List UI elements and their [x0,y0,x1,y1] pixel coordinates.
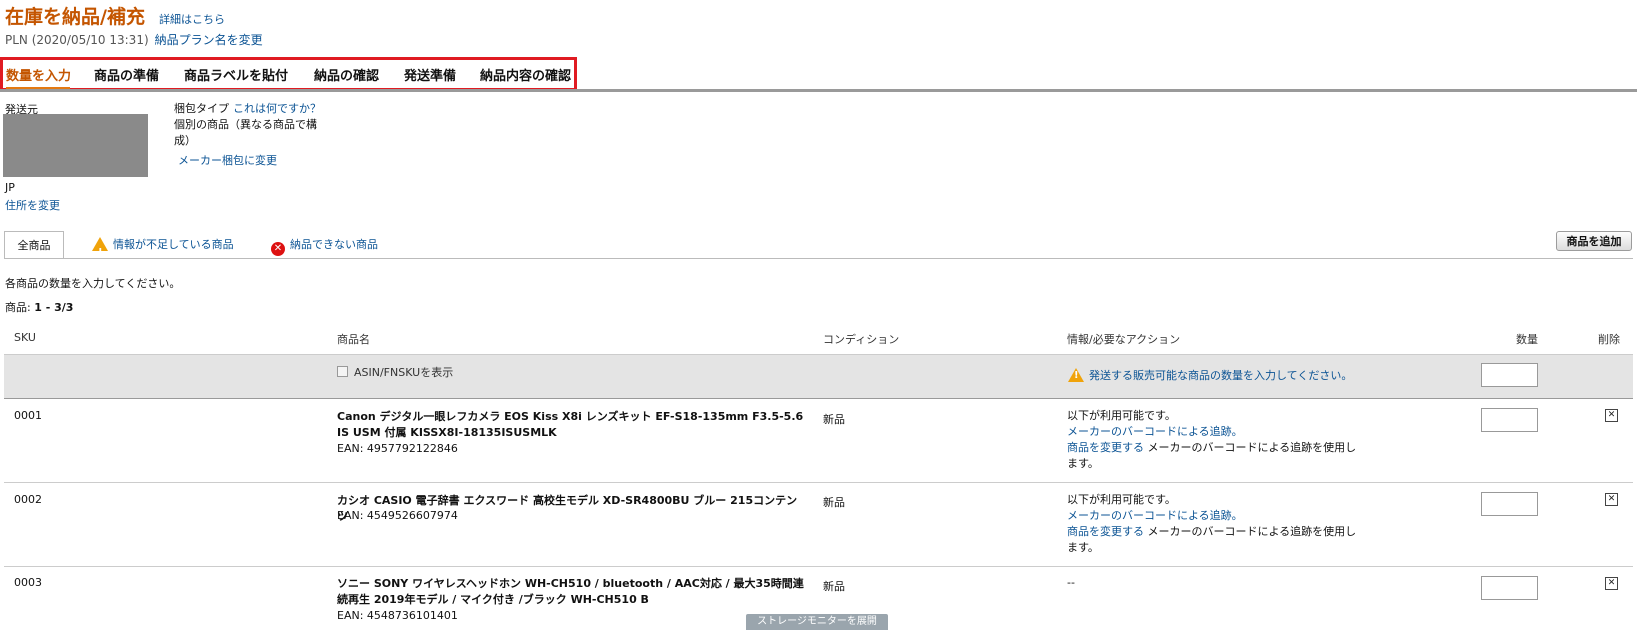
col-header-delete: 削除 [1598,333,1620,346]
steps-divider [0,89,1637,92]
product-info: 以下が利用可能です。 メーカーのバーコードによる追跡。 商品を変更する メーカー… [1067,408,1367,472]
info-available-text: 以下が利用可能です。 [1067,493,1176,506]
error-icon: ✕ [271,242,285,256]
rename-plan-link[interactable]: 納品プラン名を変更 [155,33,263,47]
step-enter-quantity[interactable]: 数量を入力 [6,65,71,84]
product-ean: EAN: 4548736101401 [337,609,458,622]
tab-missing-info[interactable]: ! 情報が不足している商品 [92,231,234,259]
product-condition: 新品 [823,496,845,509]
instruction-text: 各商品の数量を入力してください。 [5,277,181,290]
tab-cannot-ship[interactable]: ✕ 納品できない商品 [271,231,378,259]
product-sku: 0002 [14,493,42,506]
tab-missing-info-label: 情報が不足している商品 [113,238,234,251]
warning-icon: ! [1068,368,1084,382]
product-ean: EAN: 4549526607974 [337,509,458,522]
packing-type-label: 梱包タイプ [174,102,229,115]
step-prepare-products[interactable]: 商品の準備 [94,65,159,84]
redacted-address [3,114,148,177]
info-dash: -- [1067,576,1075,589]
show-asin-label: ASIN/FNSKUを表示 [354,366,454,379]
change-product-link[interactable]: 商品を変更する [1067,525,1144,538]
storage-monitor-toggle[interactable]: ストレージモニターを展開 [746,614,888,630]
delete-icon[interactable]: ✕ [1605,493,1618,506]
col-header-sku: SKU [14,331,36,344]
add-product-button[interactable]: 商品を追加 [1556,231,1632,251]
step-label-products[interactable]: 商品ラベルを貼付 [184,65,288,84]
step-review-shipments[interactable]: 納品の確認 [314,65,379,84]
change-packing-link[interactable]: メーカー梱包に変更 [178,153,324,169]
product-ean: EAN: 4957792122846 [337,442,458,455]
product-title: ソニー SONY ワイヤレスヘッドホン WH-CH510 / bluetooth… [337,577,804,606]
barcode-tracking-link[interactable]: メーカーのバーコードによる追跡。 [1067,508,1367,524]
quantity-input[interactable] [1481,408,1538,432]
tabs-divider [4,258,1633,259]
product-count-range: 1 - 3/3 [34,301,74,314]
product-info: -- [1067,575,1367,591]
packing-type: 梱包タイプ これは何ですか？ 個別の商品（異なる商品で構成） メーカー梱包に変更 [174,101,324,169]
change-product-link[interactable]: 商品を変更する [1067,441,1144,454]
product-condition: 新品 [823,580,845,593]
packing-help-link[interactable]: これは何ですか？ [233,102,321,115]
page-title: 在庫を納品/補充 [5,6,145,28]
quantity-input[interactable] [1481,576,1538,600]
tab-cannot-ship-label: 納品できない商品 [290,238,378,251]
quantity-warning: ! 発送する販売可能な商品の数量を入力してください。 [1068,367,1352,383]
product-count: 商品: 1 - 3/3 [5,299,73,315]
product-sku: 0003 [14,576,42,589]
quantity-input[interactable] [1481,492,1538,516]
change-address-link[interactable]: 住所を変更 [5,197,60,213]
product-condition: 新品 [823,413,845,426]
show-asin-checkbox[interactable] [337,366,348,377]
row-divider [4,482,1633,483]
col-header-quantity: 数量 [1516,333,1538,346]
product-info: 以下が利用可能です。 メーカーのバーコードによる追跡。 商品を変更する メーカー… [1067,492,1367,556]
workflow-steps: 数量を入力 商品の準備 商品ラベルを貼付 納品の確認 発送準備 納品内容の確認 [0,57,577,91]
plan-line: PLN (2020/05/10 13:31) 納品プラン名を変更 [5,31,263,48]
product-count-label: 商品: [5,301,31,314]
col-header-name: 商品名 [337,333,370,346]
bulk-quantity-input[interactable] [1481,363,1538,387]
ship-from-country: JP [5,181,15,194]
step-summary[interactable]: 納品内容の確認 [480,65,571,84]
filter-row [4,354,1633,399]
plan-name: PLN (2020/05/10 13:31) [5,33,149,47]
step-prepare-shipment[interactable]: 発送準備 [404,65,456,84]
product-title: Canon デジタル一眼レフカメラ EOS Kiss X8i レンズキット EF… [337,410,804,439]
warning-icon: ! [92,237,108,258]
packing-type-value: 個別の商品（異なる商品で構成） [174,118,317,147]
col-header-info: 情報/必要なアクション [1067,333,1181,346]
product-sku: 0001 [14,409,42,422]
col-header-condition: コンディション [823,333,900,346]
details-link[interactable]: 詳細はこちら [159,11,225,27]
delete-icon[interactable]: ✕ [1605,409,1618,422]
delete-icon[interactable]: ✕ [1605,577,1618,590]
row-divider [4,566,1633,567]
quantity-warning-text: 発送する販売可能な商品の数量を入力してください。 [1089,369,1353,382]
tab-all-products[interactable]: 全商品 [4,231,64,259]
info-available-text: 以下が利用可能です。 [1067,409,1176,422]
barcode-tracking-link[interactable]: メーカーのバーコードによる追跡。 [1067,424,1367,440]
